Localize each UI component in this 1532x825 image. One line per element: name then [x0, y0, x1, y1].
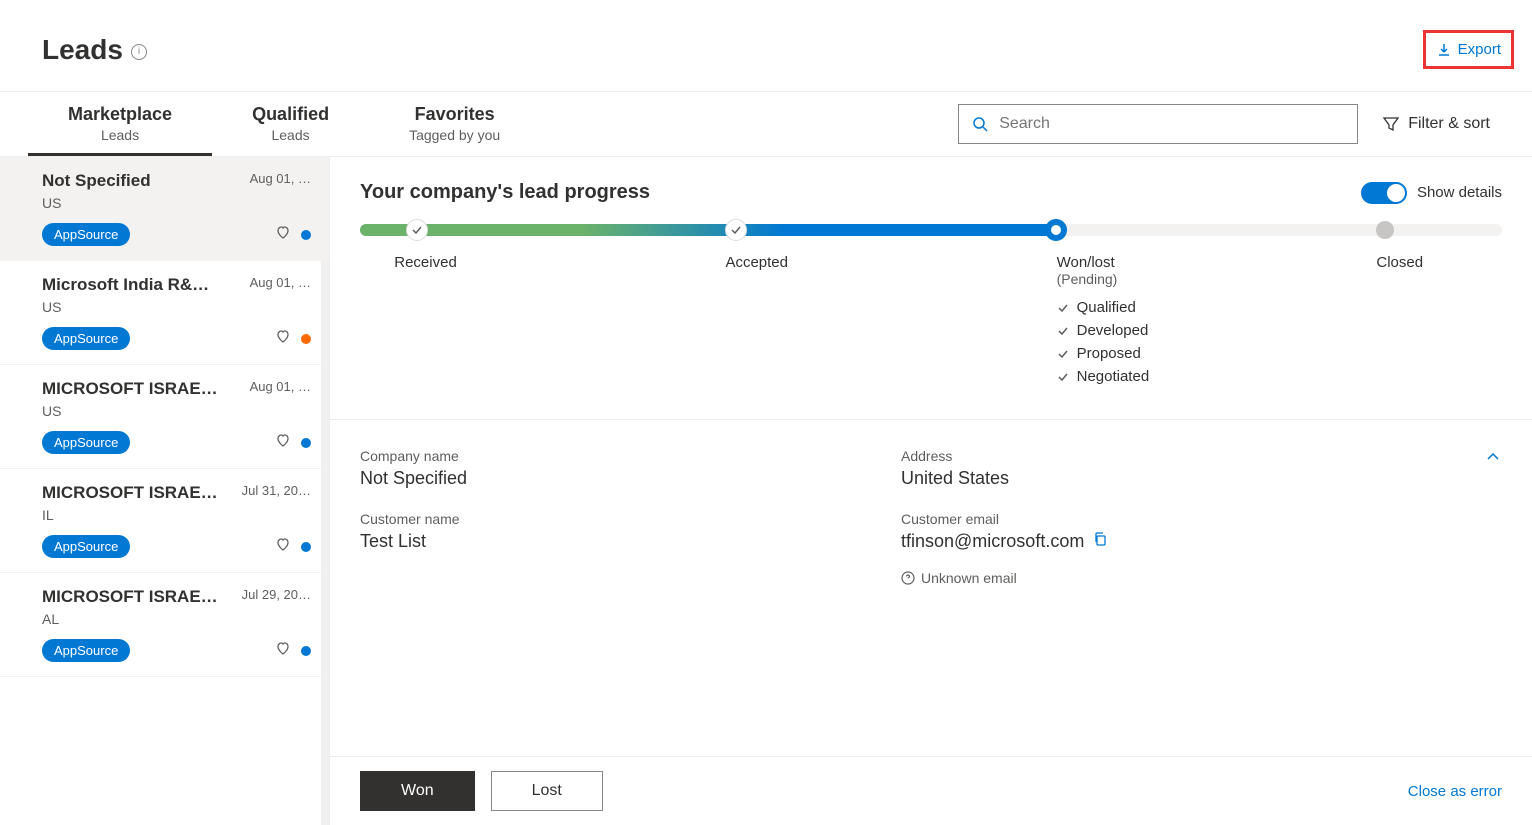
- lead-item[interactable]: Microsoft India R&… Aug 01, … US AppSour…: [0, 261, 329, 365]
- status-dot: [301, 542, 311, 552]
- export-button[interactable]: Export: [1423, 30, 1514, 69]
- checklist-item: Developed: [1077, 322, 1149, 339]
- info-icon[interactable]: i: [131, 44, 147, 60]
- source-badge: AppSource: [42, 431, 130, 454]
- tab-subtitle: Tagged by you: [409, 127, 500, 143]
- favorite-icon[interactable]: [275, 536, 291, 557]
- show-details-toggle[interactable]: [1361, 182, 1407, 204]
- lead-sub: US: [42, 403, 311, 419]
- customer-name-label: Customer name: [360, 511, 881, 527]
- favorite-icon[interactable]: [275, 328, 291, 349]
- company-name-value: Not Specified: [360, 468, 881, 489]
- page-title: Leads: [42, 34, 123, 66]
- stage-checklist: Qualified Developed Proposed Negotiated: [1057, 299, 1377, 385]
- stage-marker-received: [406, 219, 428, 241]
- tab-marketplace[interactable]: Marketplace Leads: [28, 92, 212, 156]
- download-icon: [1436, 42, 1452, 58]
- won-button[interactable]: Won: [360, 771, 475, 811]
- lead-date: Aug 01, …: [250, 171, 311, 186]
- checklist-item: Qualified: [1077, 299, 1136, 316]
- lead-list: Not Specified Aug 01, … US AppSource Mic…: [0, 157, 330, 825]
- filter-sort-label: Filter & sort: [1408, 115, 1490, 133]
- stage-marker-closed: [1376, 221, 1394, 239]
- email-meta: Unknown email: [901, 570, 1422, 586]
- stage-wonlost-label: Won/lost: [1057, 254, 1377, 271]
- close-as-error-link[interactable]: Close as error: [1408, 783, 1502, 800]
- favorite-icon[interactable]: [275, 432, 291, 453]
- stage-wonlost-sub: (Pending): [1057, 271, 1377, 287]
- lead-title: MICROSOFT ISRAE…: [42, 587, 218, 607]
- status-dot: [301, 438, 311, 448]
- search-box[interactable]: [958, 104, 1358, 144]
- lead-item[interactable]: MICROSOFT ISRAE… Aug 01, … US AppSource: [0, 365, 329, 469]
- lead-title: MICROSOFT ISRAE…: [42, 483, 218, 503]
- action-bar: Won Lost Close as error: [330, 756, 1532, 825]
- progress-title: Your company's lead progress: [360, 181, 650, 204]
- lead-sub: AL: [42, 611, 311, 627]
- checklist-item: Negotiated: [1077, 368, 1150, 385]
- tab-qualified[interactable]: Qualified Leads: [212, 92, 369, 156]
- lead-sub: US: [42, 299, 311, 315]
- stage-accepted-label: Accepted: [725, 254, 1056, 271]
- lead-item[interactable]: MICROSOFT ISRAE… Jul 29, 20… AL AppSourc…: [0, 573, 329, 677]
- page-header: Leads i Export: [0, 0, 1532, 91]
- lead-title: MICROSOFT ISRAE…: [42, 379, 218, 399]
- favorite-icon[interactable]: [275, 640, 291, 661]
- search-input[interactable]: [999, 115, 1345, 133]
- lead-item[interactable]: MICROSOFT ISRAE… Jul 31, 20… IL AppSourc…: [0, 469, 329, 573]
- source-badge: AppSource: [42, 535, 130, 558]
- question-icon: [901, 571, 915, 585]
- tab-title: Qualified: [252, 104, 329, 125]
- detail-pane: Your company's lead progress Show detail…: [330, 157, 1532, 825]
- source-badge: AppSource: [42, 223, 130, 246]
- search-icon: [971, 115, 989, 133]
- tab-subtitle: Leads: [252, 127, 329, 143]
- customer-name-value: Test List: [360, 531, 881, 552]
- show-details-label: Show details: [1417, 184, 1502, 201]
- status-dot: [301, 334, 311, 344]
- tab-title: Favorites: [409, 104, 500, 125]
- tab-favorites[interactable]: Favorites Tagged by you: [369, 92, 540, 156]
- address-label: Address: [901, 448, 1422, 464]
- filter-icon: [1382, 115, 1400, 133]
- lead-item[interactable]: Not Specified Aug 01, … US AppSource: [0, 157, 329, 261]
- lead-date: Aug 01, …: [250, 379, 311, 394]
- detail-fields: Company name Not Specified Customer name…: [360, 420, 1502, 606]
- tabs: Marketplace Leads Qualified Leads Favori…: [28, 92, 540, 156]
- source-badge: AppSource: [42, 639, 130, 662]
- lead-sub: IL: [42, 507, 311, 523]
- lead-date: Aug 01, …: [250, 275, 311, 290]
- progress-bar: [360, 224, 1502, 236]
- stage-marker-wonlost: [1045, 219, 1067, 241]
- stage-received-label: Received: [394, 254, 725, 271]
- company-name-label: Company name: [360, 448, 881, 464]
- status-dot: [301, 230, 311, 240]
- address-value: United States: [901, 468, 1422, 489]
- collapse-icon[interactable]: [1484, 453, 1502, 470]
- stage-closed-label: Closed: [1376, 254, 1423, 271]
- tab-subtitle: Leads: [68, 127, 172, 143]
- customer-email-value: tfinson@microsoft.com: [901, 531, 1084, 552]
- source-badge: AppSource: [42, 327, 130, 350]
- lost-button[interactable]: Lost: [491, 771, 603, 811]
- sub-nav: Marketplace Leads Qualified Leads Favori…: [0, 91, 1532, 157]
- lead-sub: US: [42, 195, 311, 211]
- lead-title: Microsoft India R&…: [42, 275, 209, 295]
- checklist-item: Proposed: [1077, 345, 1141, 362]
- tab-title: Marketplace: [68, 104, 172, 125]
- filter-sort-button[interactable]: Filter & sort: [1382, 115, 1490, 133]
- copy-icon[interactable]: [1092, 531, 1108, 552]
- favorite-icon[interactable]: [275, 224, 291, 245]
- lead-title: Not Specified: [42, 171, 151, 191]
- lead-date: Jul 29, 20…: [242, 587, 311, 602]
- lead-date: Jul 31, 20…: [242, 483, 311, 498]
- export-label: Export: [1458, 41, 1501, 58]
- customer-email-label: Customer email: [901, 511, 1422, 527]
- stage-marker-accepted: [725, 219, 747, 241]
- status-dot: [301, 646, 311, 656]
